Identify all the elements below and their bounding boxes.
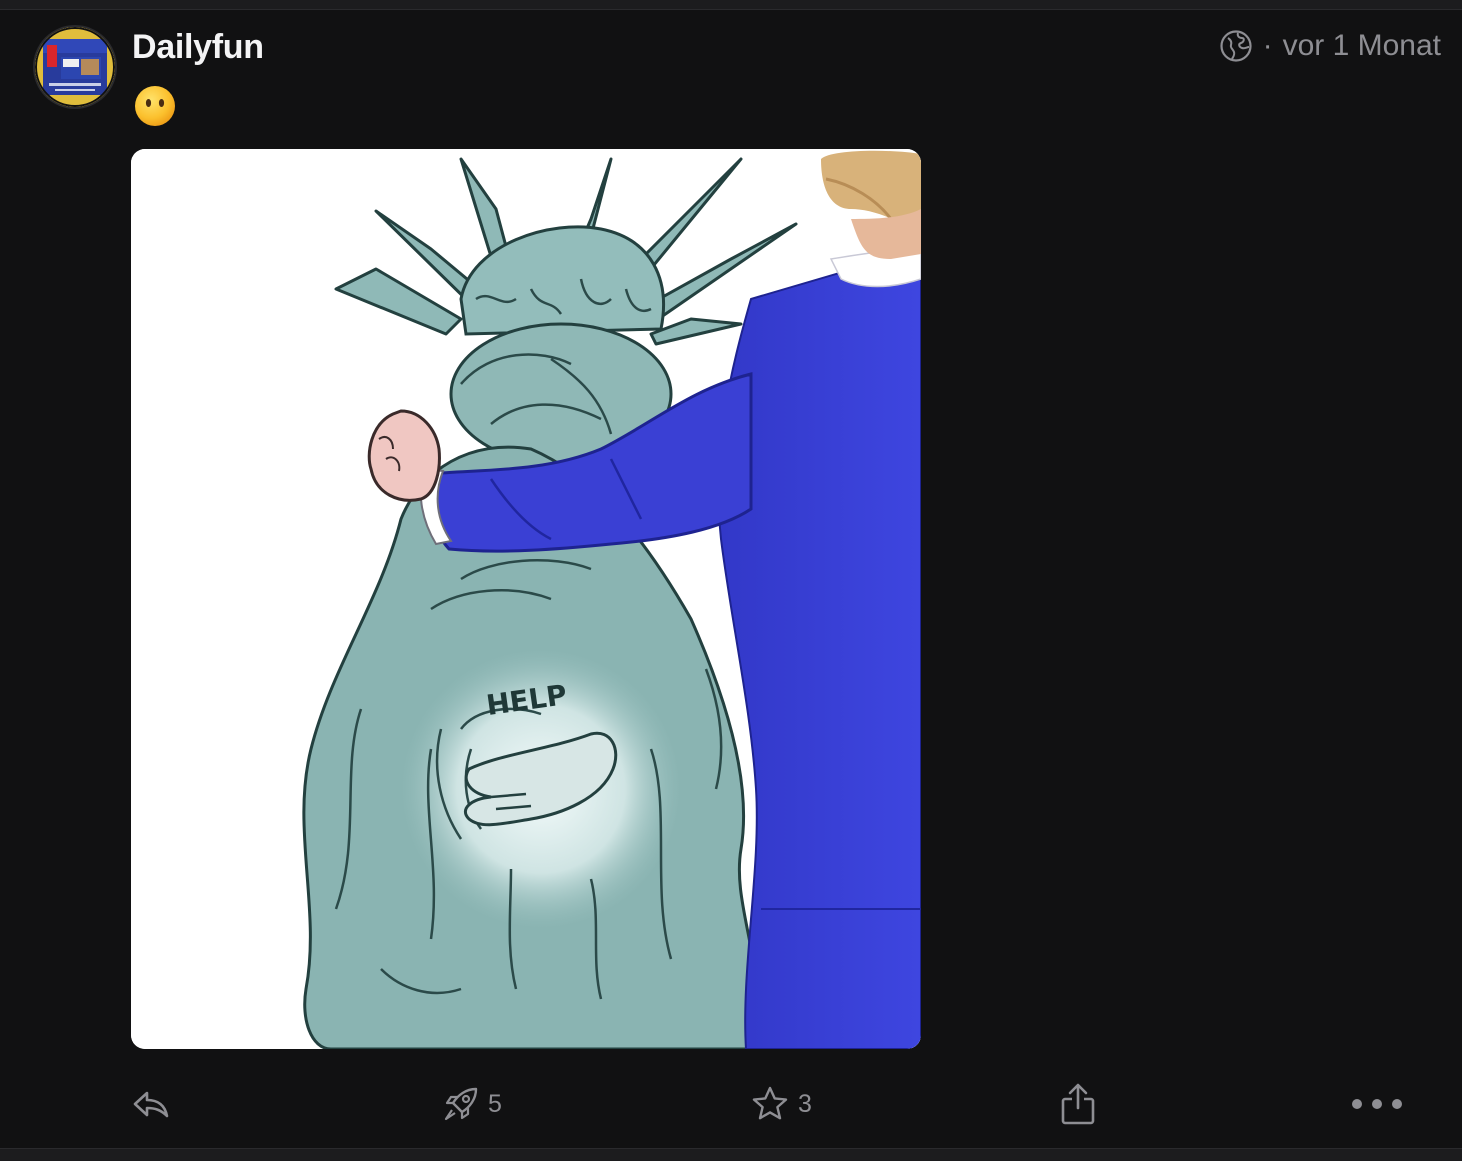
avatar-image bbox=[35, 27, 115, 107]
favourite-count: 3 bbox=[798, 1089, 812, 1118]
rocket-icon bbox=[444, 1087, 478, 1121]
globe-icon bbox=[1219, 30, 1252, 62]
post-timestamp[interactable]: vor 1 Monat bbox=[1283, 29, 1441, 63]
meta-separator: · bbox=[1262, 29, 1273, 62]
top-divider bbox=[0, 0, 1462, 10]
share-icon bbox=[1061, 1083, 1095, 1125]
star-icon bbox=[752, 1086, 788, 1120]
boost-count: 5 bbox=[488, 1089, 502, 1118]
post-image[interactable]: HELP bbox=[131, 149, 921, 1049]
favourite-button[interactable]: 3 bbox=[750, 1078, 812, 1130]
reply-button[interactable] bbox=[131, 1078, 171, 1130]
cartoon-illustration: HELP bbox=[131, 149, 921, 1049]
reply-icon bbox=[133, 1091, 169, 1118]
post-action-bar: 5 3 bbox=[0, 1078, 1462, 1130]
more-button[interactable] bbox=[1350, 1078, 1404, 1130]
author-name[interactable]: Dailyfun bbox=[132, 28, 264, 67]
post-meta: · vor 1 Monat bbox=[1219, 28, 1441, 64]
boost-button[interactable]: 5 bbox=[442, 1078, 502, 1130]
bottom-divider bbox=[0, 1148, 1462, 1161]
author-avatar[interactable] bbox=[35, 27, 115, 107]
more-icon bbox=[1352, 1099, 1402, 1109]
face-without-mouth-icon bbox=[135, 86, 175, 126]
share-button[interactable] bbox=[1058, 1078, 1098, 1130]
